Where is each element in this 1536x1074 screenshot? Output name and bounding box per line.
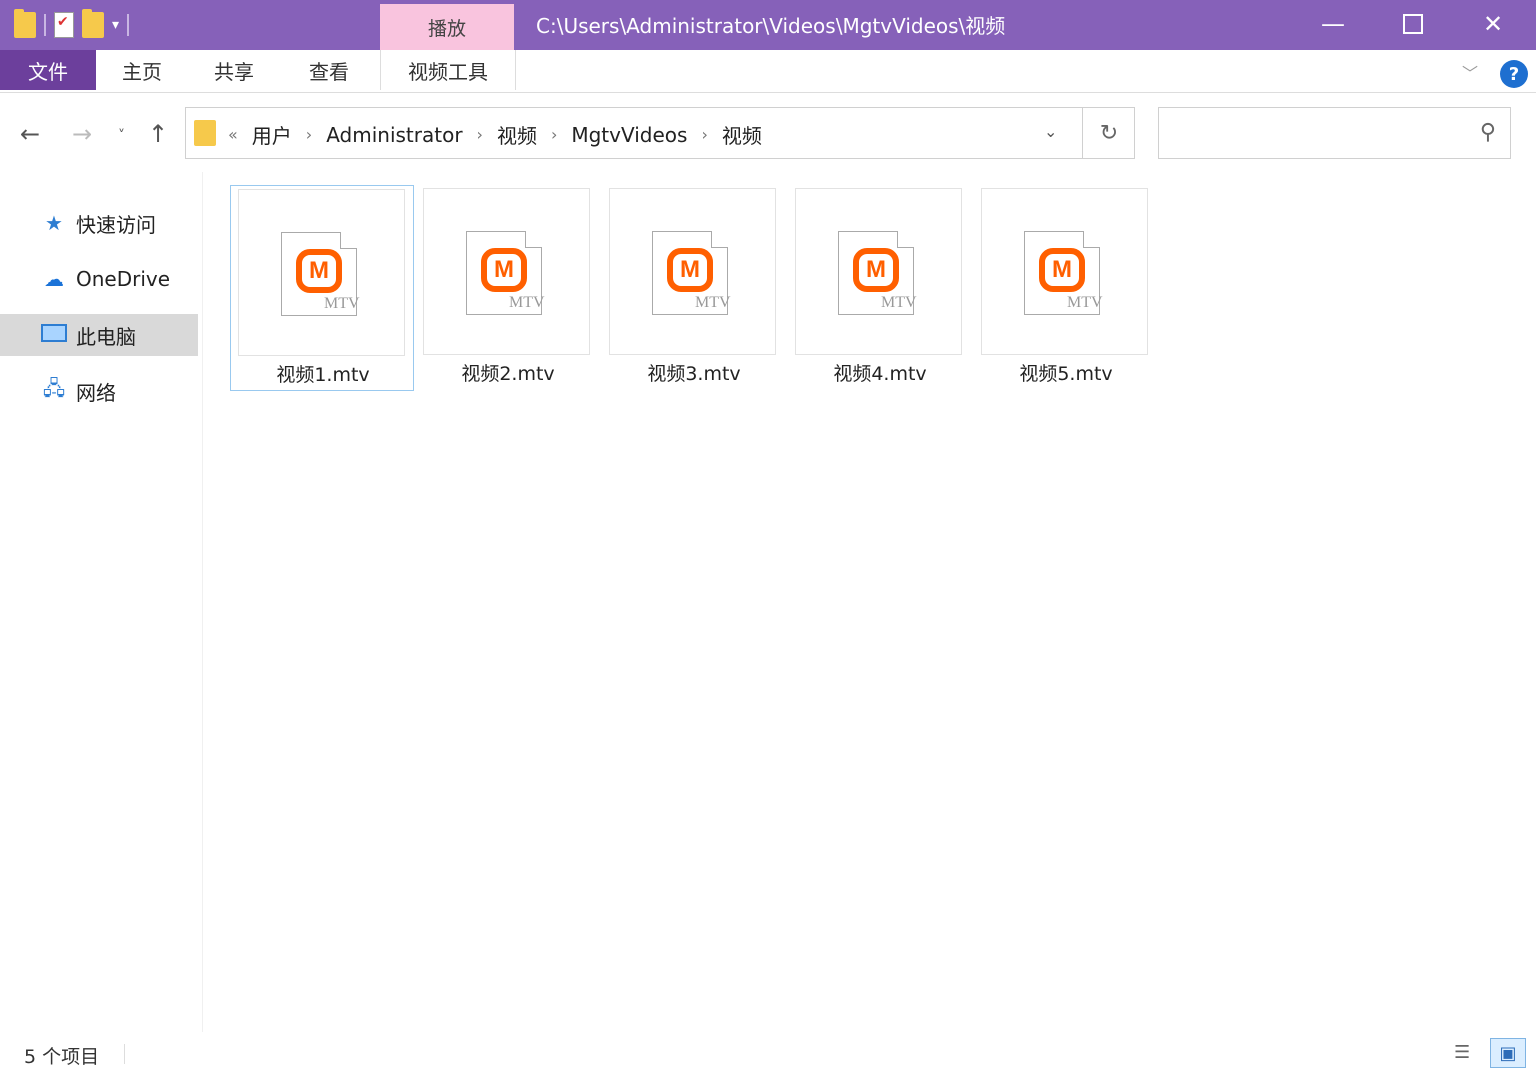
computer-icon bbox=[40, 323, 68, 347]
minimize-button[interactable]: — bbox=[1293, 0, 1373, 48]
context-tab-play[interactable]: 播放 bbox=[380, 4, 514, 50]
file-thumbnail: M MTV bbox=[238, 189, 405, 356]
quick-access-toolbar: ▾ bbox=[14, 9, 130, 40]
details-view-icon[interactable]: ☰ bbox=[1454, 1042, 1482, 1066]
navigation-pane: ★ 快速访问 ☁ OneDrive 此电脑 🖧 网络 bbox=[0, 172, 203, 1032]
refresh-icon[interactable]: ↻ bbox=[1082, 108, 1135, 158]
tab-video-tools[interactable]: 视频工具 bbox=[380, 50, 516, 90]
tab-home[interactable]: 主页 bbox=[96, 50, 188, 90]
chevron-right-icon[interactable]: › bbox=[701, 125, 707, 144]
large-icons-view-icon[interactable]: ▣ bbox=[1490, 1038, 1526, 1068]
file-name: 视频3.mtv bbox=[647, 363, 741, 385]
sidebar-item-label: 网络 bbox=[76, 380, 116, 405]
back-icon[interactable]: ← bbox=[20, 120, 40, 148]
file-name: 视频4.mtv bbox=[833, 363, 927, 385]
file-thumbnail: M MTV bbox=[423, 188, 590, 355]
chevron-right-icon[interactable]: › bbox=[551, 125, 557, 144]
breadcrumb-item[interactable]: Administrator bbox=[326, 123, 462, 147]
folder-icon[interactable] bbox=[14, 9, 36, 38]
search-box[interactable]: ⚲ bbox=[1158, 107, 1511, 159]
properties-icon[interactable] bbox=[54, 12, 74, 38]
title-bar: ▾ 播放 C:\Users\Administrator\Videos\MgtvV… bbox=[0, 0, 1536, 50]
mgtv-logo-icon: M bbox=[481, 248, 527, 292]
help-icon[interactable]: ? bbox=[1500, 60, 1528, 88]
window-title: C:\Users\Administrator\Videos\MgtvVideos… bbox=[536, 14, 1006, 38]
file-type-badge: MTV bbox=[881, 294, 917, 311]
sidebar-item-this-pc[interactable]: 此电脑 bbox=[0, 314, 198, 356]
breadcrumb-item[interactable]: MgtvVideos bbox=[571, 123, 687, 147]
cloud-icon: ☁ bbox=[44, 267, 64, 291]
mgtv-file-icon: M MTV bbox=[652, 231, 731, 315]
mgtv-file-icon: M MTV bbox=[838, 231, 917, 315]
file-item[interactable]: M MTV 视频5.mtv bbox=[974, 185, 1158, 391]
chevron-right-icon[interactable]: › bbox=[306, 125, 312, 144]
close-button[interactable]: ✕ bbox=[1453, 0, 1533, 48]
file-name: 视频2.mtv bbox=[461, 363, 555, 385]
maximize-icon bbox=[1403, 14, 1423, 34]
search-icon[interactable]: ⚲ bbox=[1480, 120, 1496, 145]
breadcrumb-item[interactable]: 用户 bbox=[252, 120, 292, 149]
mgtv-logo-icon: M bbox=[1039, 248, 1085, 292]
file-thumbnail: M MTV bbox=[609, 188, 776, 355]
mgtv-file-icon: M MTV bbox=[1024, 231, 1103, 315]
file-thumbnail: M MTV bbox=[795, 188, 962, 355]
file-name: 视频5.mtv bbox=[1019, 363, 1113, 385]
mgtv-logo-icon: M bbox=[853, 248, 899, 292]
file-type-badge: MTV bbox=[324, 295, 360, 312]
minimize-icon: — bbox=[1321, 10, 1345, 38]
overflow-icon[interactable]: « bbox=[228, 125, 238, 144]
folder-icon bbox=[194, 120, 216, 146]
close-icon: ✕ bbox=[1482, 10, 1504, 38]
file-type-badge: MTV bbox=[509, 294, 545, 311]
tab-file[interactable]: 文件 bbox=[0, 50, 96, 90]
mgtv-file-icon: M MTV bbox=[281, 232, 360, 316]
mgtv-logo-icon: M bbox=[667, 248, 713, 292]
mgtv-logo-icon: M bbox=[296, 249, 342, 293]
tab-share[interactable]: 共享 bbox=[188, 50, 280, 90]
sidebar-item-network[interactable]: 🖧 网络 bbox=[0, 370, 198, 412]
file-type-badge: MTV bbox=[695, 294, 731, 311]
sidebar-item-label: OneDrive bbox=[76, 267, 171, 291]
file-type-badge: MTV bbox=[1067, 294, 1103, 311]
file-item[interactable]: M MTV 视频3.mtv bbox=[602, 185, 786, 391]
tab-view[interactable]: 查看 bbox=[282, 50, 376, 90]
chevron-right-icon[interactable]: › bbox=[477, 125, 483, 144]
customize-toolbar-icon[interactable]: ▾ bbox=[112, 17, 119, 33]
search-input[interactable] bbox=[1169, 120, 1463, 143]
sidebar-item-quick-access[interactable]: ★ 快速访问 bbox=[0, 202, 198, 244]
breadcrumb: « 用户 › Administrator › 视频 › MgtvVideos ›… bbox=[228, 120, 762, 149]
separator bbox=[124, 1044, 125, 1064]
sidebar-item-label: 此电脑 bbox=[76, 324, 136, 349]
new-folder-icon[interactable] bbox=[82, 9, 104, 38]
separator bbox=[127, 14, 130, 36]
address-bar[interactable]: « 用户 › Administrator › 视频 › MgtvVideos ›… bbox=[185, 107, 1135, 159]
status-bar: 5 个项目 ☰ ▣ bbox=[0, 1034, 1536, 1074]
ribbon: 文件 主页 共享 查看 视频工具 ﹀ bbox=[0, 50, 1536, 93]
breadcrumb-item[interactable]: 视频 bbox=[722, 120, 762, 149]
star-icon: ★ bbox=[45, 211, 63, 235]
file-thumbnail: M MTV bbox=[981, 188, 1148, 355]
item-count: 5 个项目 bbox=[24, 1046, 100, 1068]
network-icon: 🖧 bbox=[42, 376, 66, 400]
expand-ribbon-icon[interactable]: ﹀ bbox=[1462, 60, 1478, 84]
forward-icon[interactable]: → bbox=[72, 120, 92, 148]
file-item[interactable]: M MTV 视频2.mtv bbox=[416, 185, 600, 391]
sidebar-item-label: 快速访问 bbox=[76, 212, 156, 237]
file-item[interactable]: M MTV 视频1.mtv bbox=[230, 185, 414, 391]
maximize-button[interactable] bbox=[1373, 0, 1453, 48]
sidebar-item-onedrive[interactable]: ☁ OneDrive bbox=[0, 258, 198, 300]
recent-locations-icon[interactable]: ˅ bbox=[118, 128, 125, 144]
up-icon[interactable]: ↑ bbox=[148, 120, 168, 148]
address-dropdown-icon[interactable]: ⌄ bbox=[1044, 122, 1057, 141]
separator bbox=[44, 14, 46, 36]
mgtv-file-icon: M MTV bbox=[466, 231, 545, 315]
file-name: 视频1.mtv bbox=[276, 364, 370, 386]
file-item[interactable]: M MTV 视频4.mtv bbox=[788, 185, 972, 391]
breadcrumb-item[interactable]: 视频 bbox=[497, 120, 537, 149]
